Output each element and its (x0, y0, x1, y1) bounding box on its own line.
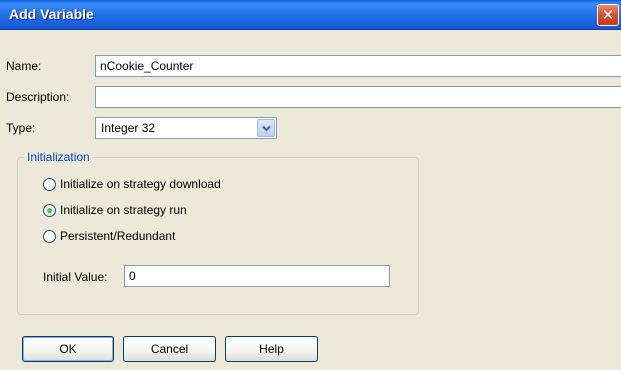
cancel-button-label: Cancel (150, 342, 189, 356)
help-button-label: Help (259, 342, 284, 356)
name-field-value: nCookie_Counter (100, 59, 194, 73)
type-select-value: Integer 32 (101, 121, 156, 135)
radio-label: Initialize on strategy run (60, 203, 187, 217)
description-field[interactable] (95, 86, 621, 108)
ok-button[interactable]: OK (22, 336, 114, 362)
initial-value-field-value: 0 (129, 269, 136, 283)
cancel-button[interactable]: Cancel (123, 336, 216, 362)
close-button[interactable]: ✕ (597, 4, 619, 26)
initial-value-label: Initial Value: (43, 270, 108, 284)
help-button[interactable]: Help (225, 336, 318, 362)
radio-button[interactable] (43, 177, 56, 191)
radio-initialize-on-download[interactable]: Initialize on strategy download (43, 177, 221, 191)
radio-label: Persistent/Redundant (60, 229, 176, 243)
radio-button[interactable] (43, 229, 56, 243)
radio-selected-dot (47, 207, 52, 213)
type-label: Type: (6, 121, 36, 135)
radio-button[interactable] (43, 203, 56, 217)
close-icon: ✕ (601, 6, 615, 24)
radio-label: Initialize on strategy download (60, 177, 221, 191)
ok-button-label: OK (59, 342, 77, 356)
initial-value-field[interactable]: 0 (124, 265, 390, 287)
radio-persistent-redundant[interactable]: Persistent/Redundant (43, 229, 175, 243)
type-select[interactable]: Integer 32 (95, 117, 277, 139)
name-field[interactable]: nCookie_Counter (95, 55, 621, 77)
description-label: Description: (6, 90, 70, 104)
name-label: Name: (6, 59, 42, 73)
title-bar[interactable]: Add Variable ✕ (0, 0, 621, 30)
type-dropdown-button[interactable] (257, 119, 275, 137)
chevron-down-icon (261, 125, 271, 131)
radio-initialize-on-run[interactable]: Initialize on strategy run (43, 203, 187, 217)
window-title: Add Variable (9, 6, 94, 22)
initialization-legend: Initialization (24, 150, 93, 164)
